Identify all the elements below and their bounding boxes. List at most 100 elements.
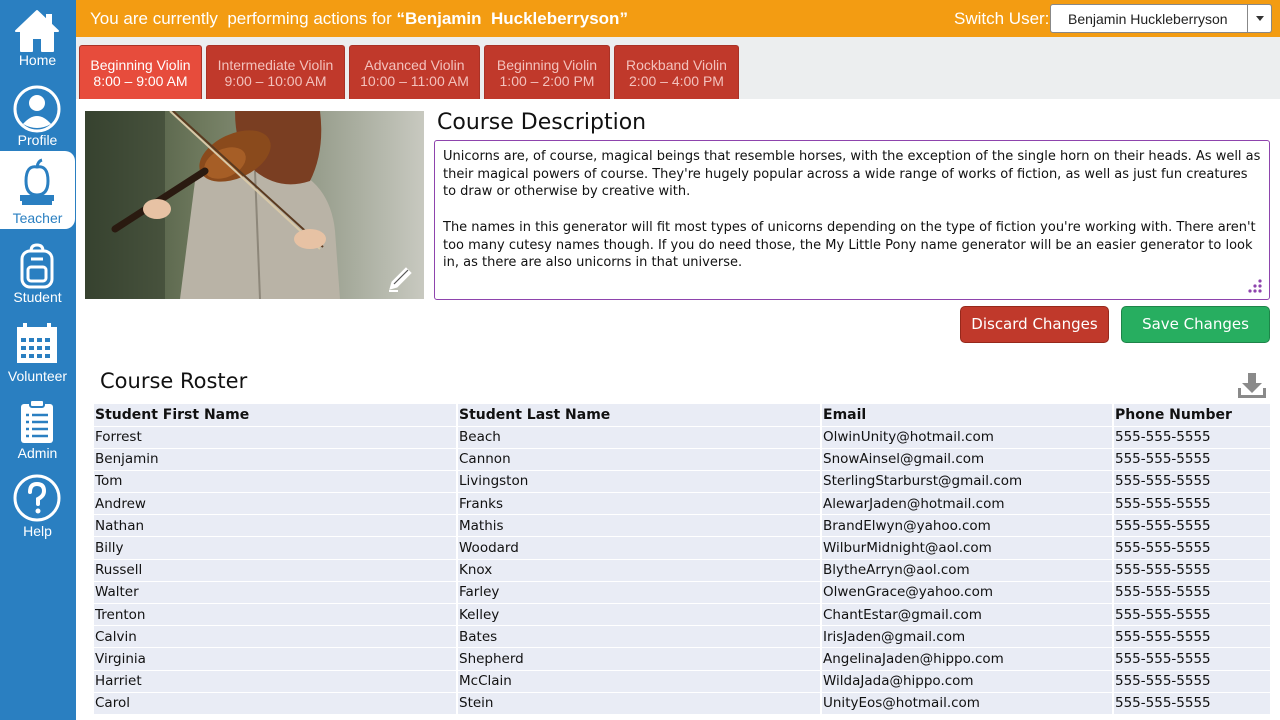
phone-cell: 555-555-5555 [1113,426,1270,449]
description-paragraph: The names in this generator will fit mos… [443,219,1256,271]
column-header[interactable]: Email [821,404,1114,427]
table-row[interactable]: Andrew Franks AlewarJaden@hotmail.com 555-5… [94,492,1270,516]
table-header-row: Student First Name Student Last Name Ema… [94,404,1270,427]
nav-student[interactable]: Student [0,235,75,313]
pencil-icon[interactable] [385,262,417,294]
first-name-cell: Carol [94,692,458,715]
email-cell: AngelinaJaden@hippo.com [821,647,1114,671]
nav-teacher[interactable]: Teacher [0,151,75,229]
nav-admin[interactable]: Admin [0,391,75,469]
course-description-title: Course Description [437,110,647,135]
email-cell: SterlingStarburst@gmail.com [821,470,1114,494]
email-cell: OlwinUnity@hotmail.com [821,426,1114,449]
tab-name: Advanced Violin [364,57,465,73]
table-row[interactable]: Benjamin Cannon SnowAinsel@gmail.com 555-55… [94,448,1270,471]
email-cell: OlwenGrace@yahoo.com [821,581,1114,605]
tab-intermediate-violin[interactable]: Intermediate Violin 9:00 – 10:00 AM [206,45,345,99]
resize-grip-icon[interactable] [1245,279,1263,293]
tab-beginning-violin-morning[interactable]: Beginning Violin 8:00 – 9:00 AM [79,45,202,99]
last-name-cell: Shepherd [457,647,822,671]
first-name-cell: Calvin [94,625,458,649]
course-description-textarea[interactable]: Unicorns are, of course, magical beings … [434,140,1270,300]
selected-user: Benjamin Huckleberryson [1068,11,1228,27]
teacher-icon [20,158,54,205]
discard-changes-button[interactable]: Discard Changes [960,306,1109,343]
table-row[interactable]: Calvin Bates IrisJaden@gmail.com 555-555-55… [94,625,1270,649]
email-cell: WildaJada@hippo.com [821,670,1114,693]
tab-name: Intermediate Violin [217,57,334,73]
first-name-cell: Andrew [94,492,458,516]
last-name-cell: Bates [457,625,822,649]
table-row[interactable]: Virginia Shepherd AngelinaJaden@hippo.com 5… [94,647,1270,671]
last-name-cell: Livingston [457,470,822,494]
table-row[interactable]: Trenton Kelley ChantEstar@gmail.com 555-555… [94,603,1270,627]
table-row[interactable]: Forrest Beach OlwinUnity@hotmail.com 555-55… [94,426,1270,449]
acting-prefix: You are currently performing actions for [90,9,392,28]
table-row[interactable]: Billy Woodard WilburMidnight@aol.com 555-55… [94,536,1270,560]
top-bar: You are currently performing actions for… [76,0,1280,37]
last-name-cell: Cannon [457,448,822,471]
first-name-cell: Walter [94,581,458,605]
tab-time: 2:00 – 4:00 PM [629,73,724,89]
acting-as-notice: You are currently performing actions for… [90,9,628,29]
nav-volunteer[interactable]: Volunteer [0,313,75,391]
first-name-cell: Nathan [94,514,458,538]
phone-cell: 555-555-5555 [1113,581,1270,605]
save-changes-button[interactable]: Save Changes [1121,306,1270,343]
phone-cell: 555-555-5555 [1113,625,1270,649]
nav-label: Teacher [12,210,63,226]
last-name-cell: Beach [457,426,822,449]
email-cell: UnityEos@hotmail.com [821,692,1114,715]
backpack-icon [20,243,54,289]
last-name-cell: Farley [457,581,822,605]
tab-beginning-violin-afternoon[interactable]: Beginning Violin 1:00 – 2:00 PM [484,45,610,99]
phone-cell: 555-555-5555 [1113,603,1270,627]
tab-rockband-violin[interactable]: Rockband Violin 2:00 – 4:00 PM [614,45,739,99]
first-name-cell: Trenton [94,603,458,627]
first-name-cell: Harriet [94,670,458,693]
tab-advanced-violin[interactable]: Advanced Violin 10:00 – 11:00 AM [349,45,480,99]
table-row[interactable]: Walter Farley OlwenGrace@yahoo.com 555-555-… [94,581,1270,605]
tab-name: Rockband Violin [626,57,727,73]
email-cell: SnowAinsel@gmail.com [821,448,1114,471]
nav-home[interactable]: Home [0,0,75,78]
table-row[interactable]: Nathan Mathis BrandElwyn@yahoo.com 555-555-… [94,514,1270,538]
last-name-cell: Woodard [457,536,822,560]
tab-name: Beginning Violin [90,57,191,73]
nav-label: Student [13,289,62,305]
first-name-cell: Benjamin [94,448,458,471]
nav-label: Home [18,52,57,68]
phone-cell: 555-555-5555 [1113,536,1270,560]
phone-cell: 555-555-5555 [1113,514,1270,538]
column-header[interactable]: Phone Number [1113,404,1270,427]
switch-user-select[interactable]: Benjamin Huckleberryson [1050,4,1272,33]
table-row[interactable]: Tom Livingston SterlingStarburst@gmail.com… [94,470,1270,494]
last-name-cell: Franks [457,492,822,516]
last-name-cell: Mathis [457,514,822,538]
email-cell: IrisJaden@gmail.com [821,625,1114,649]
table-row[interactable]: Russell Knox BlytheArryn@aol.com 555-555-55… [94,559,1270,582]
acting-user: “Benjamin Huckleberryson” [396,9,628,28]
last-name-cell: McClain [457,670,822,693]
nav-label: Help [23,523,52,539]
column-header[interactable]: Student Last Name [457,404,822,427]
tab-time: 1:00 – 2:00 PM [499,73,595,89]
nav-help[interactable]: Help [0,467,75,545]
column-header[interactable]: Student First Name [94,404,458,427]
table-row[interactable]: Harriet McClain WildaJada@hippo.com 555-555… [94,670,1270,693]
download-icon[interactable] [1236,372,1268,400]
first-name-cell: Russell [94,559,458,582]
phone-cell: 555-555-5555 [1113,470,1270,494]
last-name-cell: Knox [457,559,822,582]
home-icon [15,10,59,52]
tab-time: 8:00 – 9:00 AM [93,73,188,89]
help-icon [13,474,61,522]
nav-profile[interactable]: Profile [0,78,75,156]
tab-name: Beginning Violin [496,57,598,73]
course-image [85,111,424,299]
chevron-down-icon[interactable] [1247,5,1271,32]
email-cell: ChantEstar@gmail.com [821,603,1114,627]
tab-time: 9:00 – 10:00 AM [224,73,327,89]
table-row[interactable]: Carol Stein UnityEos@hotmail.com 555-555-55… [94,692,1270,715]
roster-body: Forrest Beach OlwinUnity@hotmail.com 555-55… [94,426,1270,715]
